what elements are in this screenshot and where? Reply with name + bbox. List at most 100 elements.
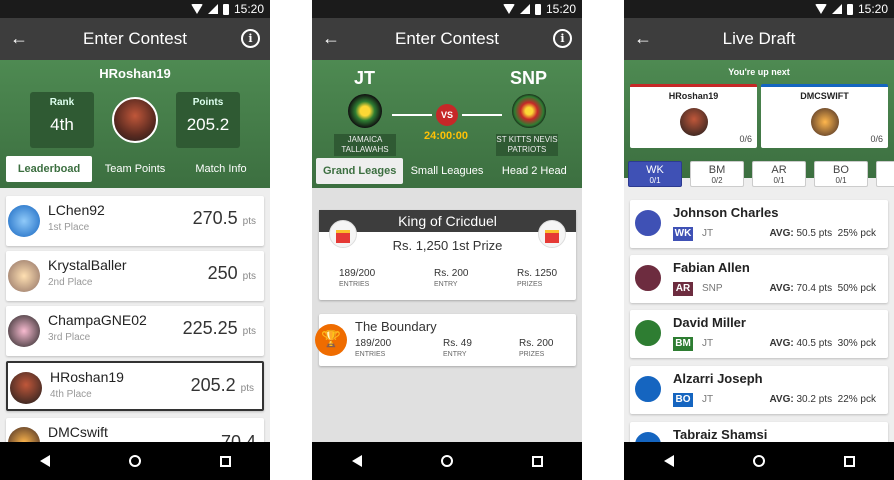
points-label: Points <box>192 97 224 108</box>
contest-card[interactable]: 🏆 The Boundary 189/200 ENTRIES Rs. 49 ENTR… <box>315 314 576 366</box>
battery-icon <box>846 3 853 15</box>
player-stats: AVG: 70.4 pts 50% pck <box>769 283 876 294</box>
tab-head-2-head[interactable]: Head 2 Head <box>491 158 578 184</box>
player-name: Tabraiz Shamsi <box>673 427 768 442</box>
team2-logo-icon <box>512 94 546 128</box>
pick-percent: 25% pck <box>837 228 876 239</box>
info-icon[interactable]: i <box>553 29 572 48</box>
nav-recents-icon[interactable] <box>219 455 231 467</box>
avg-value: 30.2 pts <box>796 394 833 405</box>
player-name: Fabian Allen <box>673 260 750 275</box>
page-title: Enter Contest <box>395 29 499 48</box>
player-name: HRoshan19 <box>50 369 124 385</box>
score-value: 250 <box>207 263 238 283</box>
list-item[interactable]: ChampaGNE02 3rd Place 225.25 pts <box>6 306 264 356</box>
tab-match-info[interactable]: Match Info <box>178 156 264 182</box>
tab-grand-leagues[interactable]: Grand Leages <box>316 158 404 184</box>
player-name: Johnson Charles <box>673 205 779 220</box>
position-badge: BO <box>673 393 693 407</box>
drafter-count: 0/6 <box>739 134 752 144</box>
page-title: Live Draft <box>722 29 796 48</box>
player-name: DMCswift <box>48 424 108 440</box>
drafter-card[interactable]: HRoshan19 0/6 <box>630 84 757 148</box>
tab-team-points[interactable]: Team Points <box>92 156 178 182</box>
entries-label: ENTRIES <box>355 351 386 358</box>
countdown-timer: 24:00:00 <box>424 130 469 142</box>
nav-home-icon[interactable] <box>128 455 141 467</box>
match-header: JT SNP VS 24:00:00 JAMAICA TALLAWAHS ST … <box>312 60 582 188</box>
contest-entry-fee: Rs. 49 ENTRY <box>443 338 472 358</box>
position-filter-ar[interactable]: AR 0/1 <box>752 161 806 187</box>
contest-entries: 189/200 ENTRIES <box>355 338 391 358</box>
vs-badge: VS <box>436 104 458 126</box>
avatar <box>8 315 40 347</box>
info-icon[interactable]: i <box>241 29 260 48</box>
position-filter-bm[interactable]: BM 0/2 <box>690 161 744 187</box>
contest-entries: 189/200 ENTRIES <box>339 268 375 288</box>
signal-icon <box>519 4 530 14</box>
nav-recents-icon[interactable] <box>843 455 855 467</box>
list-item[interactable]: LChen92 1st Place 270.5 pts <box>6 196 264 246</box>
trophy-icon: 🏆 <box>315 324 347 356</box>
avg-label: AVG: <box>769 338 794 349</box>
contest-card[interactable]: King of Cricduel Rs. 1,250 1st Prize 189… <box>319 210 576 300</box>
position-count: 0/2 <box>711 176 723 185</box>
nav-recents-icon[interactable] <box>531 455 543 467</box>
position-filter-bo[interactable]: BO 0/1 <box>814 161 868 187</box>
player-team: JT <box>702 394 714 405</box>
app-bar: ← Live Draft <box>624 18 894 60</box>
position-code: BM <box>708 164 726 176</box>
position-filter-more[interactable] <box>876 161 894 187</box>
system-nav-bar <box>0 442 270 480</box>
player-place: 2nd Place <box>48 277 93 288</box>
system-nav-bar <box>312 442 582 480</box>
list-item-current-user[interactable]: HRoshan19 4th Place 205.2 pts <box>6 361 264 411</box>
leaderboard-screen: 15:20 ← Enter Contest i HRoshan19 Rank 4… <box>0 0 270 480</box>
system-nav-bar <box>624 442 894 480</box>
list-item[interactable]: KrystalBaller 2nd Place 250 pts <box>6 251 264 301</box>
position-badge: AR <box>673 282 693 296</box>
league-tab-bar: Grand Leages Small Leagues Head 2 Head <box>316 158 578 184</box>
table-row[interactable]: David Miller BM JT AVG: 40.5 pts 30% pck <box>630 310 888 358</box>
contest-name: The Boundary <box>355 319 437 334</box>
points-value: 205.2 <box>186 115 230 134</box>
status-bar: 15:20 <box>312 0 582 18</box>
avatar <box>680 108 708 136</box>
table-row[interactable]: Johnson Charles WK JT AVG: 50.5 pts 25% … <box>630 200 888 248</box>
nav-home-icon[interactable] <box>752 455 765 467</box>
entries-value: 189/200 <box>355 338 392 349</box>
nav-back-icon[interactable] <box>39 455 50 467</box>
battery-icon <box>222 3 229 15</box>
score-unit: pts <box>242 216 256 227</box>
contest-screen: 15:20 ← Enter Contest i JT SNP VS 24:00:… <box>312 0 582 480</box>
player-score: 270.5 pts <box>193 208 256 229</box>
tab-small-leagues[interactable]: Small Leagues <box>403 158 490 184</box>
player-team: JT <box>702 228 714 239</box>
entries-label: ENTRIES <box>339 281 370 288</box>
back-arrow-icon[interactable]: ← <box>322 28 340 48</box>
entry-value: Rs. 49 <box>443 338 472 349</box>
drafter-card[interactable]: DMCSWIFT 0/6 <box>761 84 888 148</box>
rank-box: Rank 4th <box>30 92 94 148</box>
pick-percent: 30% pck <box>837 338 876 349</box>
nav-back-icon[interactable] <box>351 455 362 467</box>
player-score: 250 pts <box>208 263 256 284</box>
back-arrow-icon[interactable]: ← <box>10 28 28 48</box>
player-name: LChen92 <box>48 202 105 218</box>
table-row[interactable]: Fabian Allen AR SNP AVG: 70.4 pts 50% pc… <box>630 255 888 303</box>
position-filter-wk[interactable]: WK 0/1 <box>628 161 682 187</box>
status-time: 15:20 <box>545 2 576 16</box>
contest-prize: Rs. 1,250 1st Prize <box>392 238 503 253</box>
player-place: 1st Place <box>48 222 90 233</box>
pick-percent: 22% pck <box>837 394 876 405</box>
score-value: 225.25 <box>182 318 238 338</box>
avg-value: 50.5 pts <box>796 228 833 239</box>
table-row[interactable]: Alzarri Joseph BO JT AVG: 30.2 pts 22% p… <box>630 366 888 414</box>
tab-leaderboard[interactable]: Leaderboad <box>6 156 92 182</box>
player-helmet-icon <box>633 374 663 404</box>
back-arrow-icon[interactable]: ← <box>634 28 652 48</box>
player-helmet-icon <box>633 208 663 238</box>
nav-home-icon[interactable] <box>440 455 453 467</box>
nav-back-icon[interactable] <box>663 455 674 467</box>
status-time: 15:20 <box>857 2 888 16</box>
